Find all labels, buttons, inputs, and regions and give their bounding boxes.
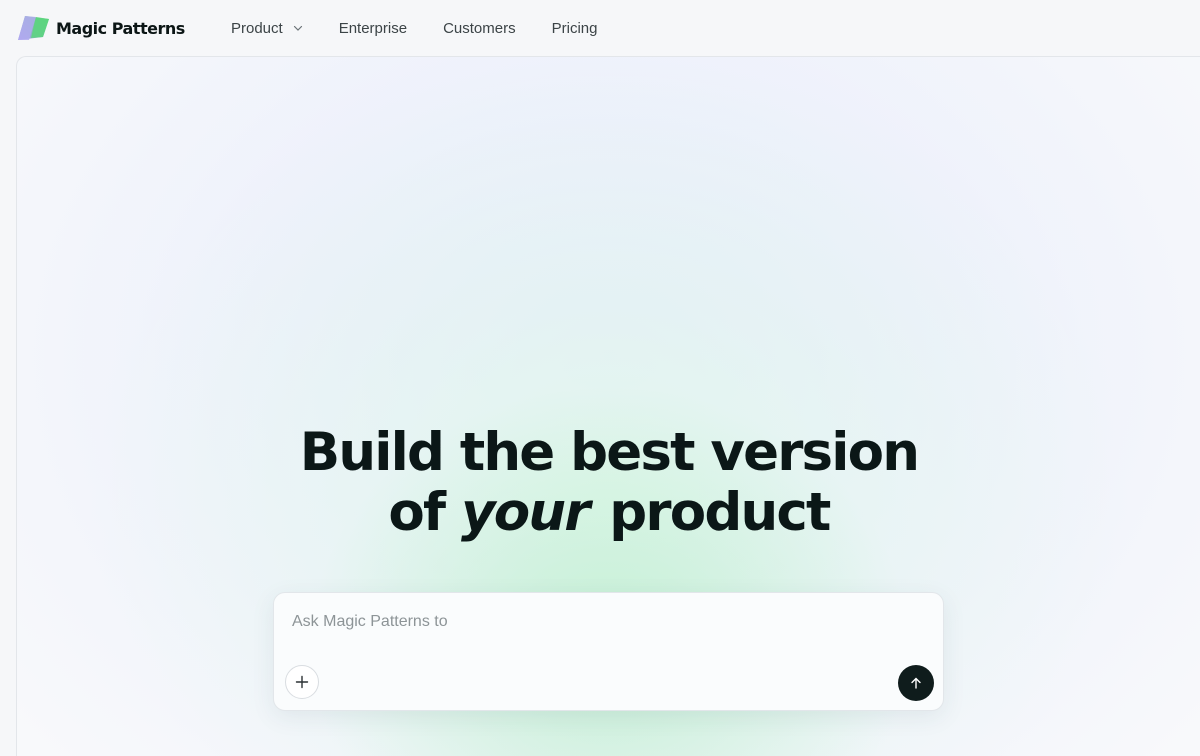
chevron-down-icon: [293, 25, 302, 31]
nav-item-label: Enterprise: [338, 19, 408, 37]
arrow-up-icon: [911, 677, 921, 689]
nav-item-label: Pricing: [551, 19, 598, 37]
nav-item-pricing[interactable]: Pricing: [552, 20, 598, 37]
magic-patterns-logo-icon: [18, 16, 49, 40]
top-navigation: Magic Patterns Product Enterprise Custom…: [0, 0, 1200, 56]
plus-icon: [295, 675, 309, 689]
nav-item-product[interactable]: Product: [231, 20, 303, 37]
headline-emphasis: your: [460, 482, 590, 543]
brand-name: Magic Patterns: [56, 18, 185, 38]
send-button[interactable]: [898, 665, 934, 701]
nav-item-customers[interactable]: Customers: [443, 20, 516, 37]
hero-headline: Build the best version of your product: [17, 423, 1200, 543]
prompt-box: [273, 592, 944, 711]
prompt-input[interactable]: [292, 610, 912, 634]
brand-logo[interactable]: Magic Patterns: [16, 15, 185, 41]
nav-item-enterprise[interactable]: Enterprise: [339, 20, 407, 37]
headline-line-1: Build the best version: [299, 422, 920, 483]
hero-section: Build the best version of your product: [16, 56, 1200, 756]
headline-word-of: of: [388, 482, 446, 543]
nav-item-label: Customers: [443, 19, 516, 37]
headline-word-product: product: [609, 482, 831, 543]
add-attachment-button[interactable]: [285, 665, 319, 699]
main-nav: Product Enterprise Customers Pricing: [231, 0, 633, 56]
nav-item-label: Product: [231, 19, 283, 37]
headline-line-2: of your product: [17, 483, 1200, 543]
